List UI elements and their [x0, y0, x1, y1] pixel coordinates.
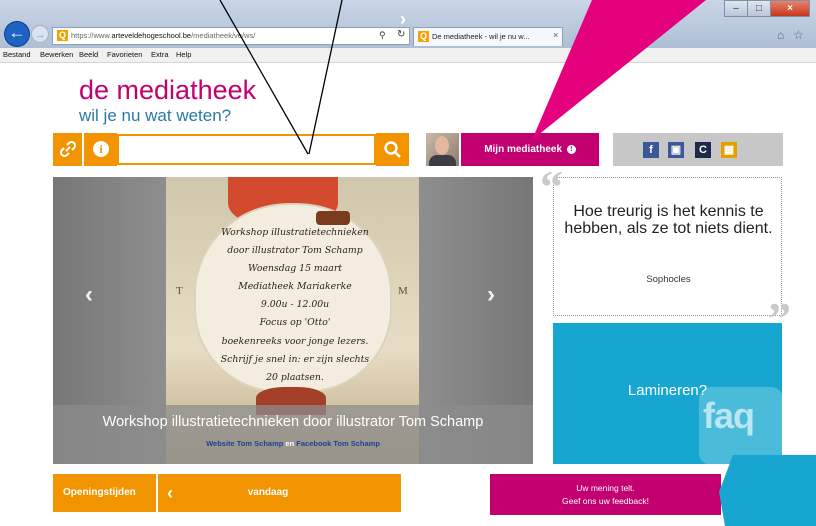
poster-line: Focus op 'Otto': [259, 317, 331, 329]
link-joiner: en: [285, 439, 295, 448]
site-subtitle: wil je nu wat weten?: [79, 106, 232, 125]
hours-day: vandaag: [247, 487, 289, 498]
quote-author: Sophocles: [646, 274, 691, 285]
back-arrow-icon: ←: [8, 23, 26, 42]
address-url[interactable]: https://www.arteveldehogeschool.be/media…: [71, 31, 255, 40]
carousel-caption-title: Workshop illustratietechnieken door illu…: [102, 414, 484, 430]
hours-next-icon[interactable]: ›: [400, 9, 406, 30]
search-icon[interactable]: ⚲: [379, 30, 386, 41]
poster-line: boekenreeks voor jonge lezers.: [221, 335, 369, 347]
poster-line: Workshop illustratietechnieken: [221, 227, 369, 238]
link-button[interactable]: [53, 133, 82, 166]
site-title[interactable]: de mediatheek: [79, 76, 256, 104]
info-circle-icon: !: [566, 145, 576, 154]
instagram-icon[interactable]: ▣: [668, 142, 684, 158]
poster-line: 9.00u - 12.00u: [260, 299, 330, 311]
menu-help[interactable]: Help: [176, 50, 191, 59]
carousel-prev-icon[interactable]: ‹: [85, 281, 93, 309]
search-input[interactable]: [117, 134, 376, 165]
avatar-face: [435, 136, 449, 155]
info-button[interactable]: i: [84, 133, 117, 166]
mijn-mediatheek-label: Mijn mediatheek: [484, 144, 563, 155]
facebook-link[interactable]: Facebook Tom Schamp: [296, 439, 380, 448]
search-button[interactable]: [376, 133, 409, 166]
carousel-caption: Workshop illustratietechnieken door illu…: [53, 405, 533, 464]
avatar[interactable]: [426, 133, 459, 166]
laminate-label: Lamineren?: [627, 382, 708, 399]
refresh-icon[interactable]: ↻: [397, 29, 405, 40]
site-favicon-icon: Q: [57, 30, 68, 41]
facebook-icon[interactable]: f: [643, 142, 659, 158]
grid-icon[interactable]: ▦: [721, 142, 737, 158]
url-domain: arteveldehogeschool.be: [111, 31, 192, 40]
quote-box: Hoe treurig is het kennis te hebben, als…: [553, 177, 782, 316]
menu-bar: Bestand Bewerken Beeld Favorieten Extra …: [0, 48, 816, 63]
annotation-wedge-bottom: [719, 455, 816, 526]
faq-badge: faq: [703, 395, 755, 436]
forward-button[interactable]: →: [31, 25, 49, 43]
link-icon: [59, 140, 76, 158]
url-prefix: https://www.: [71, 31, 112, 40]
opening-hours-label[interactable]: Openingstijden: [63, 487, 136, 498]
feedback-line2: Geef ons uw feedback!: [562, 496, 649, 506]
feedback-line1: Uw mening telt.: [576, 483, 635, 493]
website-link[interactable]: Website Tom Schamp: [206, 439, 283, 448]
window-controls: – □ ×: [724, 0, 810, 18]
poster-letter-right: M: [398, 285, 408, 297]
tab-favicon-icon: Q: [418, 31, 429, 42]
maximize-button[interactable]: □: [747, 0, 771, 17]
mijn-mediatheek-button[interactable]: Mijn mediatheek !: [461, 133, 599, 166]
search-icon: [384, 141, 401, 158]
poster-line: Mediatheek Mariakerke: [238, 281, 352, 293]
carousel-caption-links: Website Tom Schamp en Facebook Tom Scham…: [53, 439, 533, 448]
menu-extra[interactable]: Extra: [151, 50, 169, 59]
social-bar: f ▣ C ▦: [613, 133, 783, 166]
menu-bestand[interactable]: Bestand: [3, 50, 31, 59]
close-icon[interactable]: ×: [553, 30, 558, 40]
forward-arrow-icon: →: [34, 29, 46, 41]
back-button[interactable]: ←: [5, 22, 29, 46]
poster-line: 20 plaatsen.: [266, 371, 324, 383]
poster-line: Schrijf je snel in: er zijn slechts: [220, 353, 370, 365]
info-icon: i: [93, 141, 109, 157]
carousel-next-icon[interactable]: ›: [487, 281, 495, 309]
window-close-button[interactable]: ×: [770, 0, 810, 17]
avatar-body: [429, 155, 456, 166]
quote-text: Hoe treurig is het kennis te hebben, als…: [564, 203, 773, 237]
browser-tab[interactable]: Q De mediatheek - wil je nu w... ×: [413, 27, 563, 46]
opening-hours-bar: Openingstijden ‹ vandaag: [53, 474, 401, 512]
address-bar[interactable]: Q https://www.arteveldehogeschool.be/med…: [52, 27, 410, 45]
c-icon[interactable]: C: [695, 142, 711, 158]
poster-text: Workshop illustratietechnieken door illu…: [210, 224, 380, 387]
tab-title: De mediatheek - wil je nu w...: [432, 32, 530, 41]
feedback-button[interactable]: Uw mening telt. Geef ons uw feedback!: [490, 474, 721, 515]
poster-pipe: [316, 211, 350, 225]
laminate-tile[interactable]: faq Lamineren?: [553, 323, 782, 464]
home-icon[interactable]: ⌂: [777, 28, 784, 42]
menu-bewerken[interactable]: Bewerken: [40, 50, 73, 59]
poster-line: door illustrator Tom Schamp: [227, 245, 363, 257]
minimize-button[interactable]: –: [724, 0, 748, 17]
browser-titlebar: ← → Q https://www.arteveldehogeschool.be…: [0, 0, 816, 48]
menu-favorieten[interactable]: Favorieten: [107, 50, 142, 59]
open-quote-icon: “: [540, 161, 563, 212]
carousel: T M Workshop illustratietechnieken door …: [53, 177, 533, 464]
star-icon[interactable]: ☆: [793, 28, 804, 42]
menu-beeld[interactable]: Beeld: [79, 50, 98, 59]
poster-line: Woensdag 15 maart: [247, 263, 343, 275]
poster-letter-left: T: [176, 285, 183, 297]
url-path: /mediatheek/ve/ws/: [191, 31, 256, 40]
